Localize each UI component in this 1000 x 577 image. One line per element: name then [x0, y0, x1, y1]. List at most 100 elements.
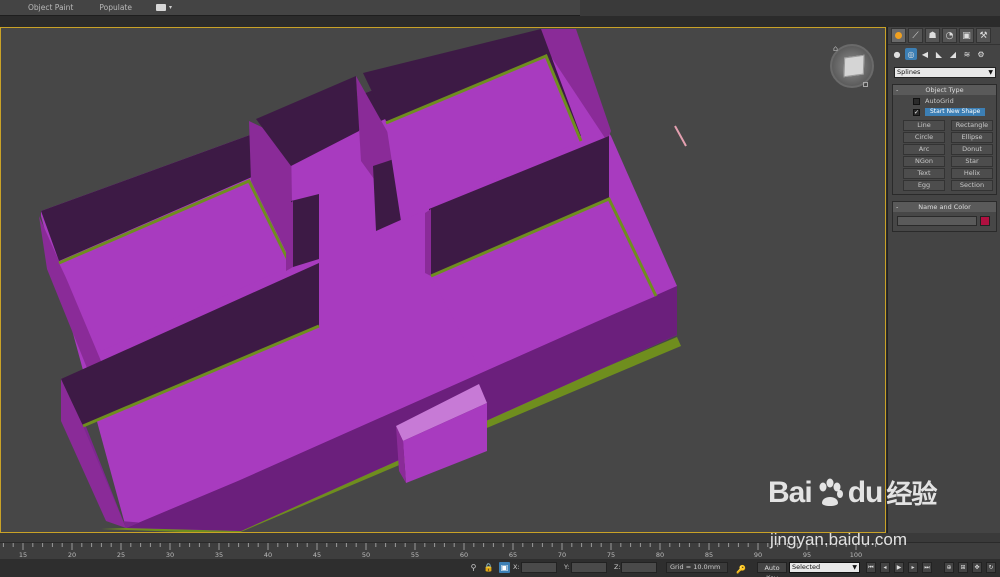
trackbar-tick-label: 70: [557, 551, 567, 559]
trackbar-tick-label: 90: [753, 551, 763, 559]
donut-button[interactable]: Donut: [951, 144, 993, 155]
next-frame-icon[interactable]: ▸: [908, 562, 918, 573]
trackbar-tick-label: 60: [459, 551, 469, 559]
go-to-start-icon[interactable]: ⏮: [866, 562, 876, 573]
status-bar: ⚲ 🔒 ▣ X: Y: Z: Grid = 10.0mm 🔑 Auto Key …: [0, 559, 1000, 577]
name-and-color-row: [893, 212, 996, 231]
trackbar-tick-label: 45: [312, 551, 322, 559]
start-new-shape-row[interactable]: ✓ Start New Shape: [893, 107, 996, 117]
helpers-icon[interactable]: ◢: [947, 48, 959, 60]
trackbar-tick-label: 100: [849, 551, 863, 559]
category-dropdown[interactable]: Splines ▼: [894, 67, 996, 78]
trackbar-tick-label: 65: [508, 551, 518, 559]
rectangle-button[interactable]: Rectangle: [951, 120, 993, 131]
scene-3d-model[interactable]: [1, 28, 886, 533]
perspective-viewport[interactable]: ⌂: [0, 27, 886, 533]
autogrid-row[interactable]: AutoGrid: [893, 96, 996, 106]
motion-tab-icon[interactable]: ◔: [942, 28, 957, 43]
cameras-icon[interactable]: ◣: [933, 48, 945, 60]
spline-line-object: [674, 125, 687, 147]
absolute-mode-icon[interactable]: ▣: [499, 562, 510, 573]
trackbar-tick-label: 50: [361, 551, 371, 559]
z-coord-label: Z:: [614, 563, 621, 571]
name-and-color-title: Name and Color: [918, 203, 971, 211]
viewcube-menu-icon[interactable]: [863, 82, 868, 87]
room-3-wall-end: [425, 209, 431, 276]
ribbon-empty-area: [580, 0, 1000, 16]
x-coord-label: X:: [513, 563, 520, 571]
lock-icon[interactable]: 🔒: [483, 562, 494, 573]
ellipse-button[interactable]: Ellipse: [951, 132, 993, 143]
start-new-shape-button[interactable]: Start New Shape: [925, 108, 986, 116]
zoom-icon[interactable]: ⊕: [944, 562, 954, 573]
chevron-down-icon: ▼: [852, 564, 857, 571]
previous-frame-icon[interactable]: ◂: [880, 562, 890, 573]
object-type-rollout-header[interactable]: - Object Type: [893, 85, 996, 95]
command-panel-tabs: ⟋ ☗ ◔ ▣ ⚒: [888, 27, 1000, 44]
pin-icon[interactable]: ⚲: [468, 562, 479, 573]
lights-icon[interactable]: ◀: [919, 48, 931, 60]
y-coord-field[interactable]: [571, 562, 607, 573]
text-button[interactable]: Text: [903, 168, 945, 179]
object-type-title: Object Type: [925, 86, 964, 94]
section-button[interactable]: Section: [951, 180, 993, 191]
pan-icon[interactable]: ✥: [972, 562, 982, 573]
arc-button[interactable]: Arc: [903, 144, 945, 155]
zoom-all-icon[interactable]: ⊞: [958, 562, 968, 573]
line-button[interactable]: Line: [903, 120, 945, 131]
viewcube[interactable]: ⌂: [830, 44, 874, 88]
trackbar-tick-label: 55: [410, 551, 420, 559]
trackbar-tick-label: 20: [67, 551, 77, 559]
object-color-swatch[interactable]: [980, 216, 990, 226]
trackbar-tick-label: 40: [263, 551, 273, 559]
category-dropdown-value: Splines: [897, 68, 921, 76]
orbit-icon[interactable]: ↻: [986, 562, 996, 573]
trackbar-tick-label: 35: [214, 551, 224, 559]
z-coord-field[interactable]: [621, 562, 657, 573]
name-and-color-rollout: - Name and Color: [892, 201, 997, 232]
object-name-field[interactable]: [897, 216, 977, 226]
egg-button[interactable]: Egg: [903, 180, 945, 191]
trackbar-tick-label: 95: [802, 551, 812, 559]
hierarchy-tab-icon[interactable]: ☗: [925, 28, 940, 43]
start-new-shape-checkbox[interactable]: ✓: [913, 108, 920, 116]
play-icon[interactable]: ▶: [894, 562, 904, 573]
go-to-end-icon[interactable]: ⏭: [922, 562, 932, 573]
trackbar-tick-label: 15: [18, 551, 28, 559]
key-icon[interactable]: 🔑: [736, 565, 746, 574]
object-type-buttons: Line Rectangle Circle Ellipse Arc Donut …: [893, 117, 996, 194]
shapes-icon[interactable]: ◎: [905, 48, 917, 60]
x-coord-field[interactable]: [521, 562, 557, 573]
name-and-color-rollout-header[interactable]: - Name and Color: [893, 202, 996, 212]
circle-button[interactable]: Circle: [903, 132, 945, 143]
display-tab-icon[interactable]: ▣: [959, 28, 974, 43]
ribbon-tab-populate[interactable]: Populate: [91, 0, 150, 16]
utilities-tab-icon[interactable]: ⚒: [976, 28, 991, 43]
selection-set-dropdown[interactable]: Selected ▼: [789, 562, 860, 573]
viewport-camera-icon[interactable]: [155, 4, 166, 11]
chevron-down-icon: ▼: [988, 69, 993, 76]
helix-button[interactable]: Helix: [951, 168, 993, 179]
autogrid-checkbox[interactable]: [913, 97, 920, 105]
selection-set-value: Selected: [792, 563, 821, 571]
systems-icon[interactable]: ⚙: [975, 48, 987, 60]
trackbar[interactable]: 15 20 25 30 35 40 45 50 55 60 65 70 75 80 85 90 95 100: [0, 543, 1000, 559]
trackbar-tick-label: 85: [704, 551, 714, 559]
home-icon[interactable]: ⌂: [833, 44, 838, 53]
grid-size-readout: Grid = 10.0mm: [666, 562, 728, 573]
command-panel: ⟋ ☗ ◔ ▣ ⚒ ● ◎ ◀ ◣ ◢ ≋ ⚙ Splines ▼ - Obje…: [887, 27, 1000, 533]
chevron-down-icon[interactable]: ▾: [169, 4, 172, 11]
y-coord-label: Y:: [564, 563, 570, 571]
spacewarps-icon[interactable]: ≋: [961, 48, 973, 60]
star-button[interactable]: Star: [951, 156, 993, 167]
geometry-icon[interactable]: ●: [891, 48, 903, 60]
auto-key-button[interactable]: Auto Key: [757, 562, 787, 577]
time-slider[interactable]: [0, 533, 1000, 543]
modify-tab-icon[interactable]: ⟋: [908, 28, 923, 43]
create-tab-icon[interactable]: [891, 28, 906, 43]
ngon-button[interactable]: NGon: [903, 156, 945, 167]
collapse-icon: -: [896, 203, 899, 211]
ribbon-tab-object-paint[interactable]: Object Paint: [0, 0, 91, 16]
collapse-icon: -: [896, 86, 899, 94]
viewcube-face[interactable]: [843, 54, 865, 78]
